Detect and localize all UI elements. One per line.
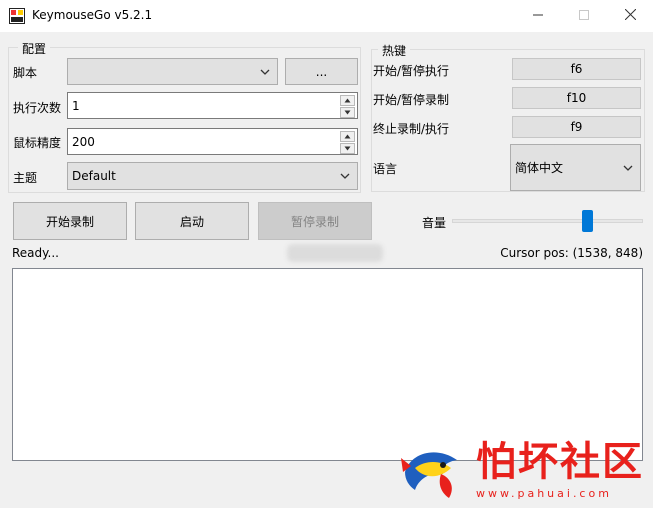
theme-label: 主题 [13, 171, 38, 185]
chevron-down-icon [623, 165, 633, 171]
hotkey-label-run: 开始/暂停执行 [373, 64, 450, 78]
title-bar[interactable]: KeymouseGo v5.2.1 [0, 0, 653, 32]
volume-slider-track [452, 219, 643, 223]
maximize-icon [579, 10, 589, 20]
watermark-logo [397, 438, 469, 504]
maximize-button[interactable] [561, 0, 607, 32]
watermark-brand: 怕坏社区 [476, 438, 644, 485]
hotkey-run-key[interactable]: f6 [512, 58, 641, 80]
theme-select-value: Default [72, 169, 116, 183]
log-textarea[interactable] [12, 268, 643, 461]
hotkey-stop-key[interactable]: f9 [512, 116, 641, 138]
caret-down-icon [344, 110, 351, 115]
chevron-down-icon [260, 69, 270, 75]
script-select[interactable] [67, 58, 278, 85]
precision-value: 200 [72, 135, 95, 149]
minimize-button[interactable] [515, 0, 561, 32]
caret-up-icon [344, 98, 351, 103]
caret-down-icon [344, 146, 351, 151]
run-times-down-button[interactable] [340, 107, 355, 118]
config-group-title: 配置 [18, 40, 51, 57]
theme-select[interactable]: Default [67, 162, 358, 190]
fish-logo-icon [401, 452, 457, 498]
script-label: 脚本 [13, 66, 38, 80]
hotkey-group-title: 热键 [378, 42, 411, 59]
precision-label: 鼠标精度 [13, 136, 62, 150]
run-times-input[interactable]: 1 [67, 92, 358, 119]
close-button[interactable] [607, 0, 653, 32]
minimize-icon [533, 14, 543, 16]
run-times-up-button[interactable] [340, 95, 355, 106]
start-record-button[interactable]: 开始录制 [13, 202, 127, 240]
window-title: KeymouseGo v5.2.1 [32, 8, 153, 22]
hotkey-label-record: 开始/暂停录制 [373, 93, 450, 107]
language-label: 语言 [373, 162, 398, 176]
hotkey-label-stop: 终止录制/执行 [373, 122, 450, 136]
pause-record-button[interactable]: 暂停录制 [258, 202, 372, 240]
chevron-down-icon [340, 173, 350, 179]
precision-input[interactable]: 200 [67, 128, 358, 155]
browse-button[interactable]: ... [285, 58, 358, 85]
caret-up-icon [344, 134, 351, 139]
status-text: Ready... [12, 246, 59, 260]
blurred-region [287, 244, 383, 262]
language-select[interactable]: 简体中文 [510, 144, 641, 191]
hotkey-record-key[interactable]: f10 [512, 87, 641, 109]
precision-down-button[interactable] [340, 143, 355, 154]
app-icon [9, 8, 25, 24]
run-times-value: 1 [72, 99, 80, 113]
volume-slider[interactable] [452, 210, 643, 232]
cursor-position: Cursor pos: (1538, 848) [500, 246, 643, 260]
watermark-url: www.pahuai.com [476, 487, 612, 500]
volume-slider-thumb[interactable] [582, 210, 593, 232]
run-times-label: 执行次数 [13, 101, 62, 115]
precision-up-button[interactable] [340, 131, 355, 142]
volume-label: 音量 [422, 216, 447, 230]
language-select-value: 简体中文 [515, 161, 564, 175]
launch-button[interactable]: 启动 [135, 202, 249, 240]
close-icon [624, 8, 636, 21]
